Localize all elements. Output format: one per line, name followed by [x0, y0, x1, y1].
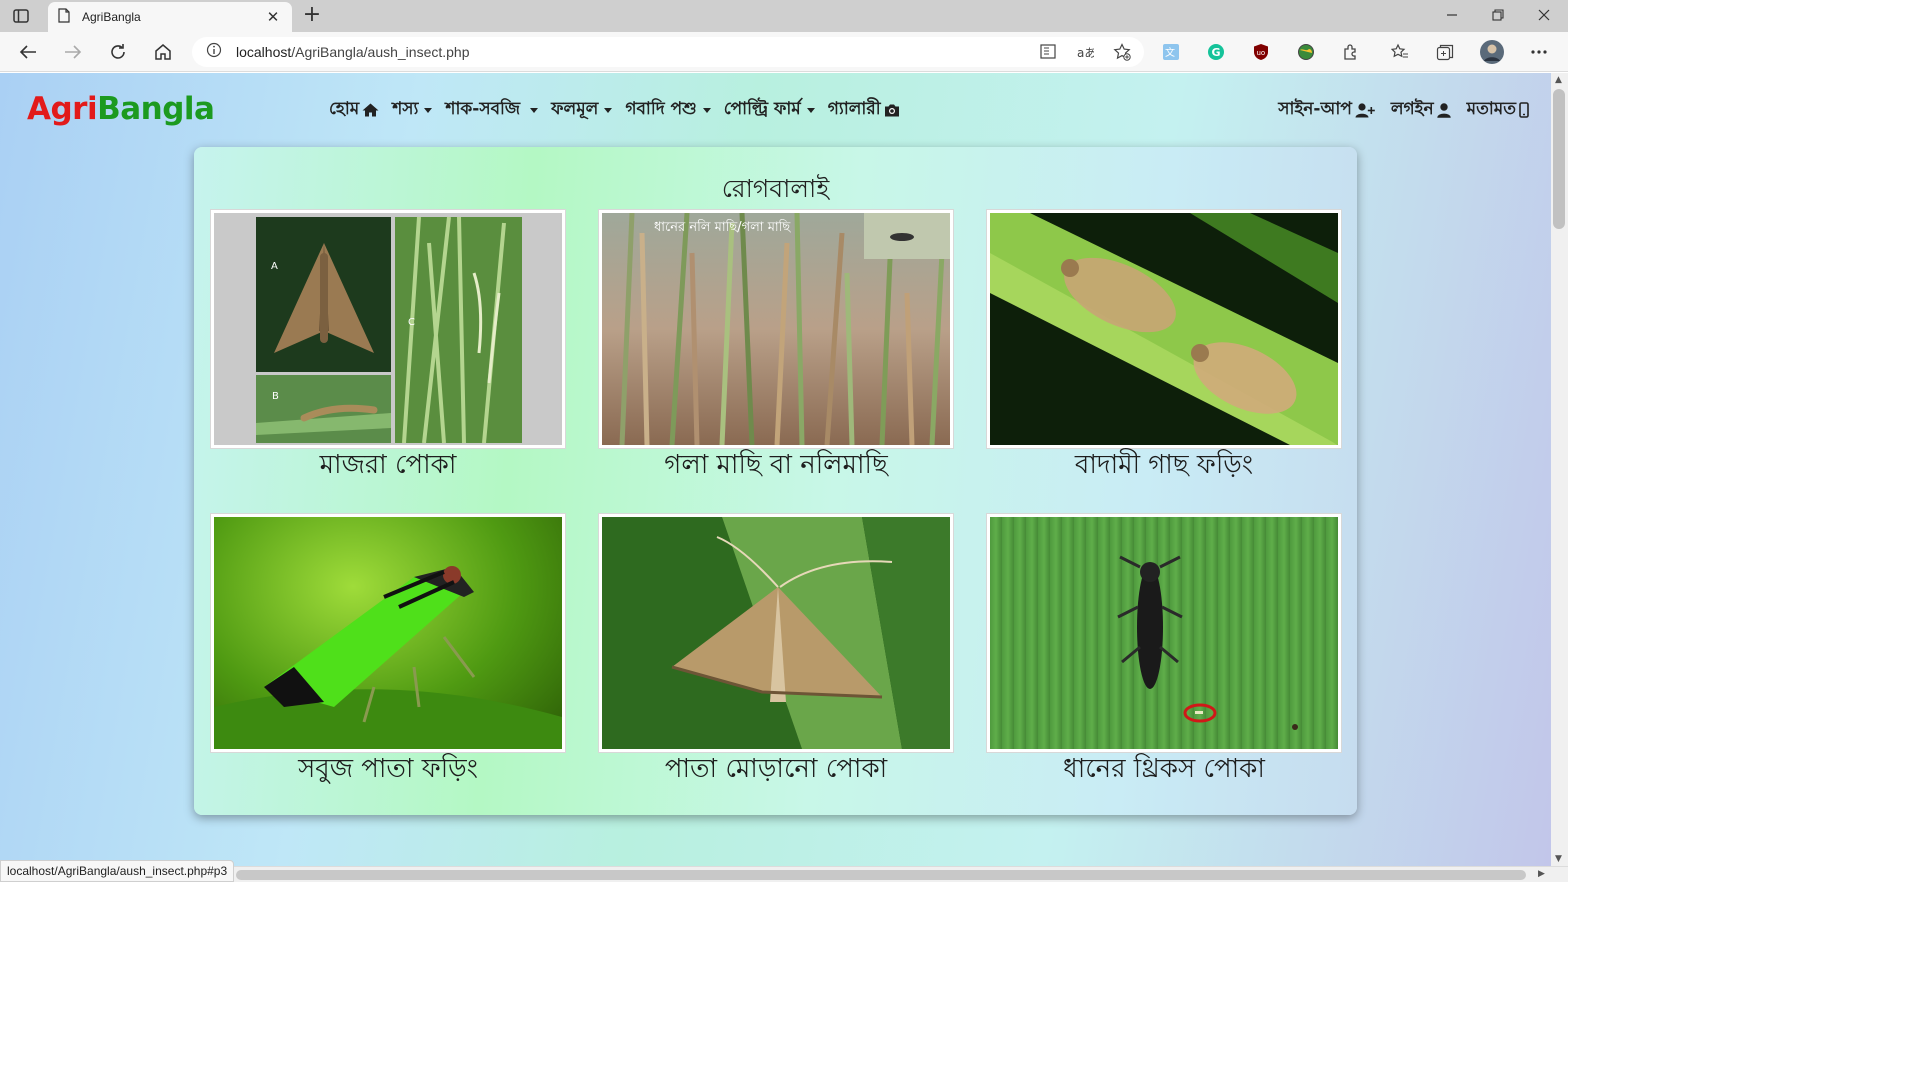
site-logo[interactable]: AgriBangla — [27, 91, 215, 127]
image-frame — [986, 513, 1342, 753]
more-options-icon[interactable] — [1527, 40, 1551, 64]
insect-card-stem-borer[interactable]: A B C মাজরা পোকা — [210, 209, 566, 481]
scroll-up-icon[interactable]: ▲ — [1555, 75, 1562, 85]
home-browser-icon[interactable] — [151, 40, 175, 64]
nav-gallery[interactable]: গ্যালারী — [828, 96, 900, 124]
caret-down-icon — [702, 107, 711, 113]
photo-label-a: A — [271, 261, 278, 272]
nav-poultry[interactable]: পোল্ট্রি ফার্ম — [724, 96, 815, 124]
nav-crops[interactable]: শস্য — [392, 96, 433, 124]
card-caption: গলা মাছি বা নলিমাছি — [664, 450, 888, 480]
image-frame — [598, 513, 954, 753]
svg-text:aあ: aあ — [1077, 46, 1094, 60]
info-icon[interactable] — [206, 42, 222, 62]
restore-icon[interactable] — [1486, 4, 1510, 26]
gall-midge-photo: ধানের নলি মাছি/গলা মাছি — [602, 213, 950, 445]
back-icon[interactable] — [16, 40, 40, 64]
new-tab-button[interactable]: + — [300, 4, 324, 28]
tab-close-icon[interactable]: ✕ — [264, 8, 282, 26]
image-frame: A B C — [210, 209, 566, 449]
insect-card-gall-midge[interactable]: ধানের নলি মাছি/গলা মাছি গলা মাছি বা নলিম… — [598, 209, 954, 481]
status-bar-url: localhost/AgriBangla/aush_insect.php#p3 — [0, 860, 235, 882]
reader-view-icon[interactable] — [1038, 41, 1060, 63]
profile-avatar[interactable] — [1480, 40, 1504, 64]
vertical-scrollbar[interactable]: ▲ ▼ — [1551, 73, 1568, 866]
main-menu: হোম শস্য শাক-সবজি ফলমূল গবাদি পশু পোল্ট্… — [329, 96, 900, 124]
nav-fruits[interactable]: ফলমূল — [551, 96, 613, 124]
insect-card-green-leafhopper[interactable]: সবুজ পাতা ফড়িং — [210, 513, 566, 785]
url-text[interactable]: localhost/AgriBangla/aush_insect.php — [236, 44, 470, 60]
account-menu: সাইন-আপ লগইন মতামত — [1278, 96, 1529, 124]
photo-label-c: C — [408, 317, 415, 328]
add-favorite-icon[interactable] — [1111, 41, 1133, 63]
card-caption: সবুজ পাতা ফড়িং — [298, 754, 478, 784]
nav-livestock[interactable]: গবাদি পশু — [625, 96, 711, 124]
card-caption: বাদামী গাছ ফড়িং — [1074, 450, 1254, 480]
image-frame — [210, 513, 566, 753]
brown-planthopper-photo — [990, 213, 1338, 445]
forward-icon[interactable] — [61, 40, 85, 64]
tab-actions-icon[interactable] — [10, 6, 32, 26]
refresh-icon[interactable] — [106, 40, 130, 64]
grammarly-icon[interactable]: G — [1204, 40, 1228, 64]
globe-extension-icon[interactable] — [1294, 40, 1318, 64]
green-leafhopper-photo — [214, 517, 562, 749]
stem-borer-photo: A B C — [214, 213, 562, 445]
user-plus-icon — [1355, 102, 1375, 117]
card-caption: মাজরা পোকা — [319, 450, 457, 480]
svg-text:文: 文 — [1165, 46, 1175, 59]
leaf-roller-photo — [602, 517, 950, 749]
nav-vegetables[interactable]: শাক-সবজি — [445, 96, 539, 124]
collections-icon[interactable] — [1433, 40, 1457, 64]
insect-card-rice-thrips[interactable]: ধানের থ্রিকস পোকা — [986, 513, 1342, 785]
address-bar[interactable]: localhost/AgriBangla/aush_insect.php aあ — [192, 37, 1144, 67]
user-icon — [1436, 102, 1451, 118]
svg-text:uo: uo — [1257, 49, 1266, 57]
tab-title: AgriBangla — [82, 10, 141, 24]
caret-down-icon — [424, 107, 433, 113]
rice-thrips-photo — [990, 517, 1338, 749]
extensions-icon[interactable] — [1339, 40, 1363, 64]
browser-toolbar: localhost/AgriBangla/aush_insect.php aあ … — [0, 32, 1568, 72]
caret-down-icon — [530, 107, 539, 113]
scroll-right-icon[interactable]: ▶ — [1538, 869, 1545, 879]
svg-text:G: G — [1212, 46, 1221, 59]
camera-icon — [884, 104, 899, 117]
minimize-icon[interactable] — [1440, 4, 1464, 26]
insect-card-brown-planthopper[interactable]: বাদামী গাছ ফড়িং — [986, 209, 1342, 481]
card-caption: পাতা মোড়ানো পোকা — [664, 754, 888, 784]
photo-overlay-text: ধানের নলি মাছি/গলা মাছি — [654, 219, 791, 235]
photo-label-b: B — [272, 391, 279, 402]
translate-extension-icon[interactable]: 文 — [1159, 40, 1183, 64]
home-icon — [362, 103, 379, 117]
tab-strip: AgriBangla ✕ + — [0, 0, 1568, 32]
card-caption: ধানের থ্রিকস পোকা — [1063, 754, 1265, 784]
image-frame: ধানের নলি মাছি/গলা মাছি — [598, 209, 954, 449]
panel-title: রোগবালাই — [721, 174, 830, 203]
image-frame — [986, 209, 1342, 449]
read-aloud-icon[interactable]: aあ — [1074, 41, 1096, 63]
caret-down-icon — [806, 107, 815, 113]
close-window-icon[interactable] — [1532, 4, 1556, 26]
nav-signup[interactable]: সাইন-আপ — [1278, 96, 1375, 124]
scrollbar-thumb[interactable] — [236, 870, 1526, 880]
ublock-icon[interactable]: uo — [1249, 40, 1273, 64]
nav-feedback[interactable]: মতামত — [1467, 96, 1529, 124]
site-navbar: AgriBangla হোম শস্য শাক-সবজি ফলমূল গবাদি… — [0, 73, 1551, 145]
scroll-down-icon[interactable]: ▼ — [1555, 854, 1562, 864]
nav-home[interactable]: হোম — [329, 96, 379, 124]
horizontal-scrollbar[interactable]: ▶ — [0, 866, 1568, 882]
page-icon — [58, 7, 70, 27]
insect-panel: রোগবালাই A B C মাজরা পোকা ধানের নলি মাছি… — [194, 147, 1357, 815]
favorites-icon[interactable] — [1388, 40, 1412, 64]
insect-card-leaf-roller[interactable]: পাতা মোড়ানো পোকা — [598, 513, 954, 785]
mobile-icon — [1519, 102, 1529, 118]
nav-login[interactable]: লগইন — [1391, 96, 1451, 124]
caret-down-icon — [604, 107, 613, 113]
page-viewport: AgriBangla হোম শস্য শাক-সবজি ফলমূল গবাদি… — [0, 73, 1551, 866]
scrollbar-thumb[interactable] — [1553, 89, 1565, 229]
browser-tab[interactable]: AgriBangla ✕ — [48, 2, 292, 32]
